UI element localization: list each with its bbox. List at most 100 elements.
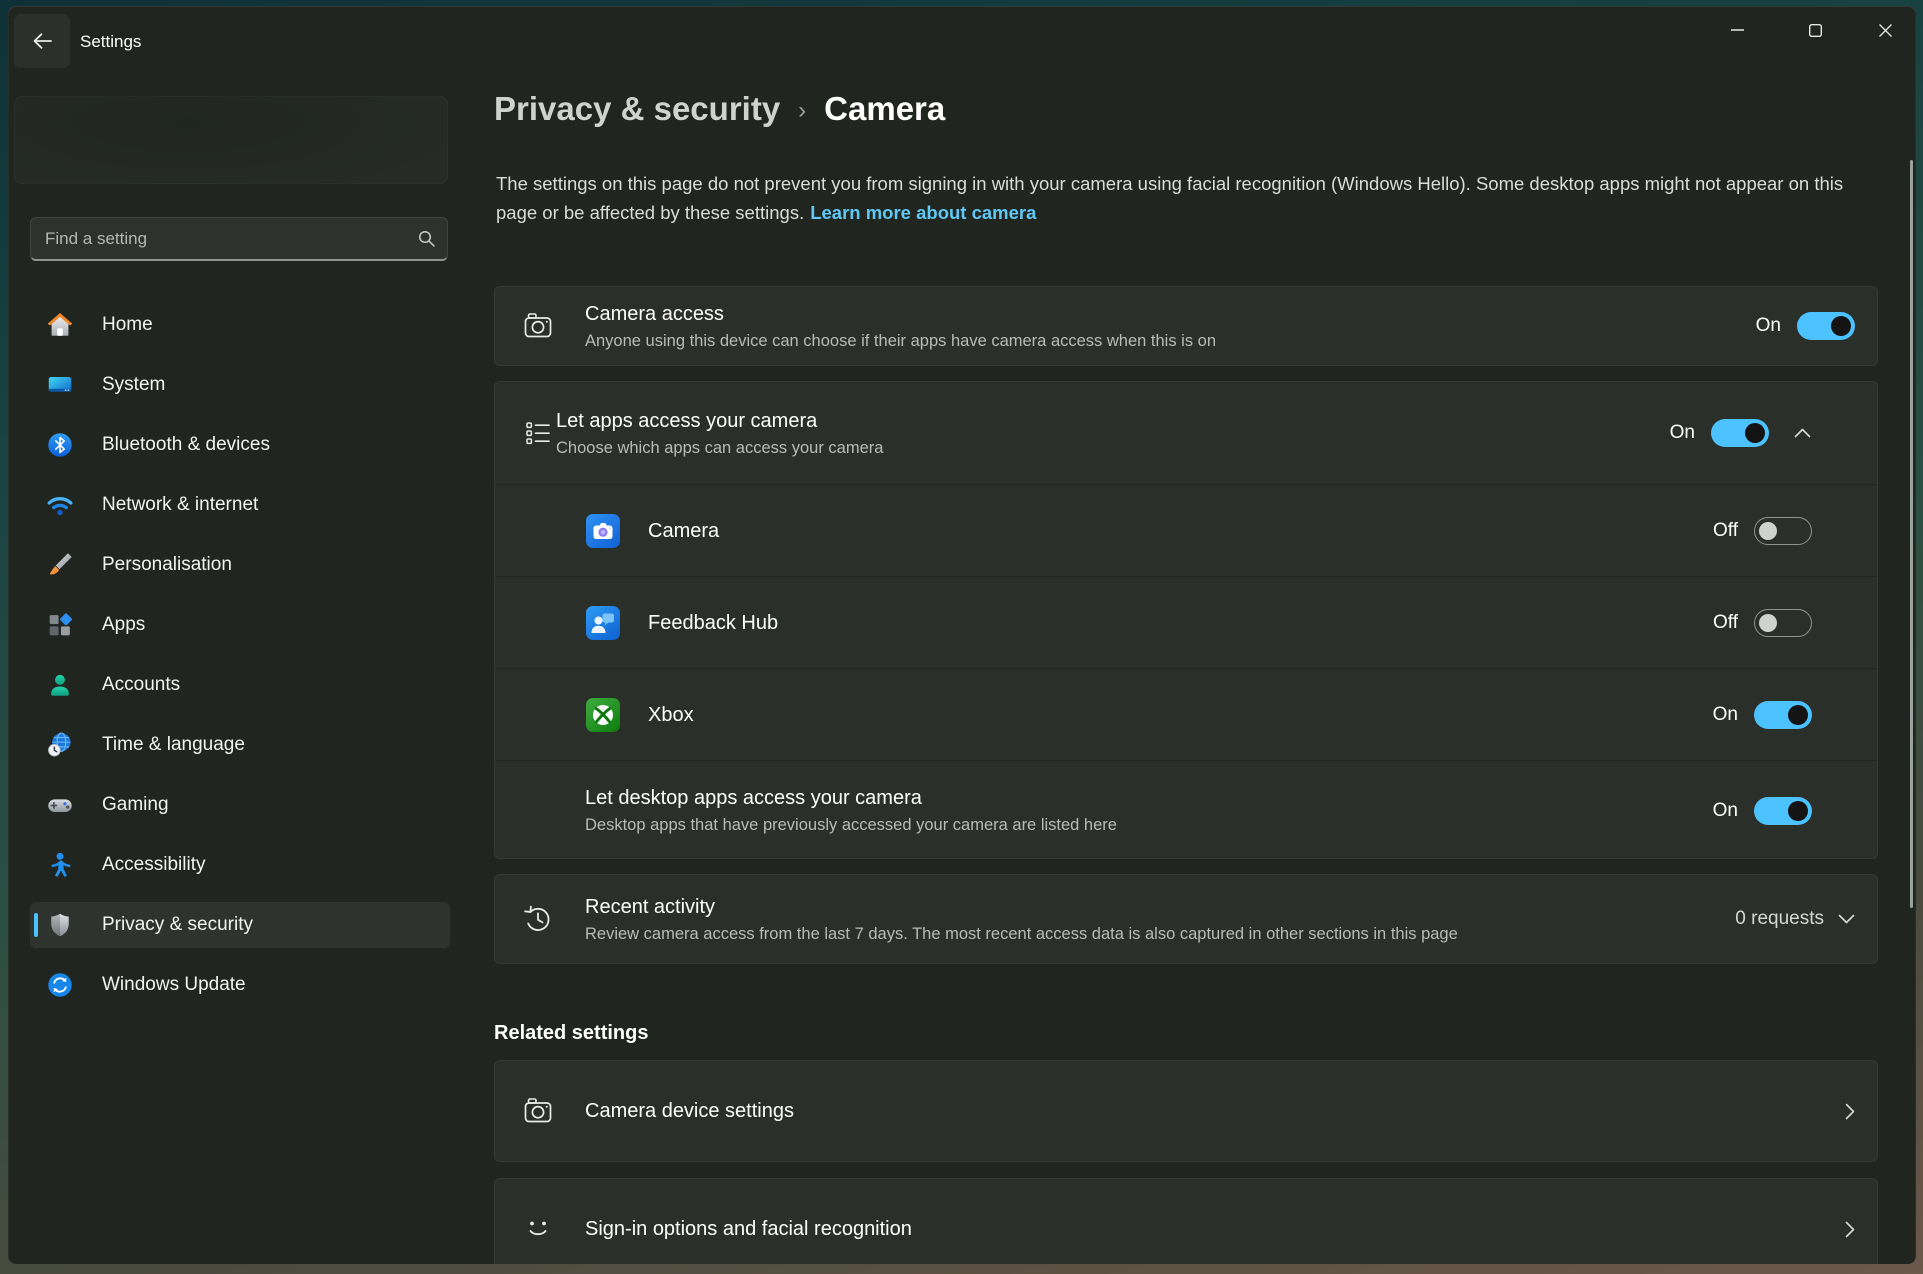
sidebar-item-personalisation[interactable]: Personalisation <box>30 542 450 588</box>
back-arrow-icon <box>32 31 53 51</box>
sidebar-item-label: Home <box>102 314 153 336</box>
home-icon <box>45 310 75 340</box>
shield-icon <box>45 910 75 940</box>
let-apps-state-label: On <box>1670 422 1695 444</box>
learn-more-link[interactable]: Learn more about camera <box>810 202 1036 223</box>
app-name: Camera <box>648 518 1713 544</box>
app-state-label: Off <box>1713 520 1738 542</box>
chevron-right-icon <box>1845 1103 1855 1120</box>
system-icon <box>45 370 75 400</box>
recent-activity-row[interactable]: Recent activity Review camera access fro… <box>495 875 1877 963</box>
user-profile-card[interactable] <box>14 96 448 184</box>
sidebar-item-apps[interactable]: Apps <box>30 602 450 648</box>
sidebar-item-label: Accounts <box>102 674 180 696</box>
sign-in-options-row[interactable]: Sign-in options and facial recognition <box>495 1179 1877 1264</box>
app-permission-row-feedback-hub: Feedback Hub Off <box>495 576 1877 668</box>
sign-in-options-label: Sign-in options and facial recognition <box>585 1216 1845 1242</box>
sidebar-item-privacy-security[interactable]: Privacy & security <box>30 902 450 948</box>
let-apps-description: Choose which apps can access your camera <box>556 437 1670 459</box>
camera-access-toggle[interactable] <box>1797 312 1855 340</box>
app-state-label: On <box>1713 704 1738 726</box>
let-apps-card: Let apps access your camera Choose which… <box>494 381 1878 859</box>
camera-outline-icon <box>520 308 556 344</box>
sidebar-item-label: Gaming <box>102 794 169 816</box>
let-apps-toggle[interactable] <box>1711 419 1769 447</box>
face-recognition-icon <box>520 1211 556 1247</box>
close-icon <box>1879 24 1892 37</box>
sidebar-item-windows-update[interactable]: Windows Update <box>30 962 450 1008</box>
bluetooth-icon <box>45 430 75 460</box>
camera-access-description: Anyone using this device can choose if t… <box>585 330 1756 352</box>
paintbrush-icon <box>45 550 75 580</box>
let-desktop-state-label: On <box>1713 800 1738 822</box>
sidebar-item-network-internet[interactable]: Network & internet <box>30 482 450 528</box>
let-desktop-apps-row: Let desktop apps access your camera Desk… <box>495 760 1877 859</box>
recent-activity-count: 0 requests <box>1735 908 1824 930</box>
let-apps-header-row[interactable]: Let apps access your camera Choose which… <box>495 382 1877 484</box>
app-permissions-list-icon <box>520 415 556 451</box>
sign-in-options-titles: Sign-in options and facial recognition <box>585 1216 1845 1242</box>
feedback-hub-app-icon <box>586 606 620 640</box>
let-desktop-description: Desktop apps that have previously access… <box>585 814 1713 836</box>
sidebar-item-gaming[interactable]: Gaming <box>30 782 450 828</box>
sidebar-item-label: System <box>102 374 165 396</box>
page-title: Camera <box>824 90 945 128</box>
camera-access-title: Camera access <box>585 301 1756 327</box>
scrollbar-thumb[interactable] <box>1910 160 1913 908</box>
recent-activity-titles: Recent activity Review camera access fro… <box>585 894 1735 945</box>
app-name: Xbox <box>648 702 1713 728</box>
related-settings-heading: Related settings <box>494 1022 648 1045</box>
globe-clock-icon <box>45 730 75 760</box>
sidebar-item-accounts[interactable]: Accounts <box>30 662 450 708</box>
window-title: Settings <box>80 32 141 52</box>
app-permission-row-xbox: Xbox On <box>495 668 1877 760</box>
camera-device-settings-row[interactable]: Camera device settings <box>495 1061 1877 1161</box>
let-desktop-toggle[interactable] <box>1754 797 1812 825</box>
app-permission-titles: Xbox <box>648 702 1713 728</box>
app-permission-titles: Camera <box>648 518 1713 544</box>
search-input[interactable] <box>45 229 418 249</box>
recent-activity-title: Recent activity <box>585 894 1735 920</box>
sidebar-item-label: Bluetooth & devices <box>102 434 270 456</box>
xbox-toggle[interactable] <box>1754 701 1812 729</box>
page-description: The settings on this page do not prevent… <box>496 169 1880 227</box>
chevron-up-icon[interactable] <box>1792 428 1812 438</box>
recent-activity-card: Recent activity Review camera access fro… <box>494 874 1878 964</box>
sidebar-item-label: Time & language <box>102 734 245 756</box>
sidebar-item-time-language[interactable]: Time & language <box>30 722 450 768</box>
chevron-down-icon[interactable] <box>1838 914 1855 924</box>
sidebar-item-label: Network & internet <box>102 494 258 516</box>
sidebar-nav: Home System <box>30 302 450 1022</box>
xbox-app-icon <box>586 698 620 732</box>
history-icon <box>520 901 556 937</box>
page-description-text: The settings on this page do not prevent… <box>496 173 1843 223</box>
let-apps-title: Let apps access your camera <box>556 408 1670 434</box>
windows-update-icon <box>45 970 75 1000</box>
app-state-label: Off <box>1713 612 1738 634</box>
camera-outline-icon <box>520 1093 556 1129</box>
accounts-icon <box>45 670 75 700</box>
app-permission-titles: Feedback Hub <box>648 610 1713 636</box>
breadcrumb-parent[interactable]: Privacy & security <box>494 90 780 128</box>
sidebar-item-accessibility[interactable]: Accessibility <box>30 842 450 888</box>
camera-device-settings-titles: Camera device settings <box>585 1098 1845 1124</box>
camera-device-settings-card: Camera device settings <box>494 1060 1878 1162</box>
app-permission-row-camera: Camera Off <box>495 484 1877 576</box>
apps-icon <box>45 610 75 640</box>
sidebar-item-label: Windows Update <box>102 974 246 996</box>
feedback-hub-toggle[interactable] <box>1754 609 1812 637</box>
recent-activity-description: Review camera access from the last 7 day… <box>585 923 1735 945</box>
settings-window: Settings <box>8 6 1916 1264</box>
let-desktop-title: Let desktop apps access your camera <box>585 785 1713 811</box>
chevron-right-icon <box>1845 1221 1855 1238</box>
accessibility-person-icon <box>45 850 75 880</box>
back-button[interactable] <box>14 14 70 68</box>
camera-access-row: Camera access Anyone using this device c… <box>495 287 1877 365</box>
camera-access-state-label: On <box>1756 315 1781 337</box>
sidebar-item-home[interactable]: Home <box>30 302 450 348</box>
sidebar-item-bluetooth-devices[interactable]: Bluetooth & devices <box>30 422 450 468</box>
sidebar-item-system[interactable]: System <box>30 362 450 408</box>
sign-in-options-card: Sign-in options and facial recognition <box>494 1178 1878 1264</box>
camera-app-toggle[interactable] <box>1754 517 1812 545</box>
camera-app-icon <box>586 514 620 548</box>
